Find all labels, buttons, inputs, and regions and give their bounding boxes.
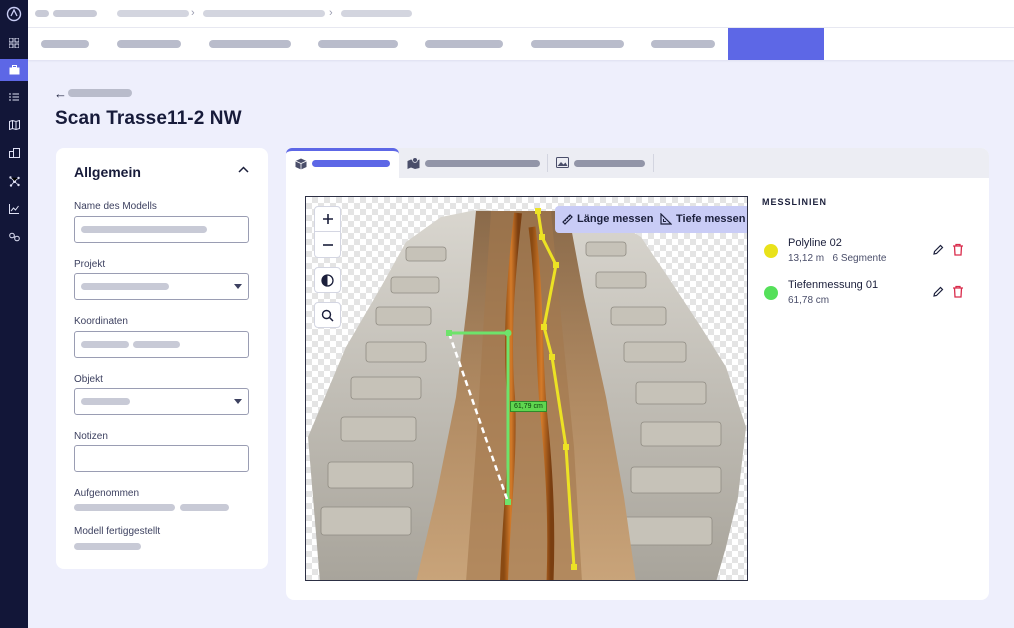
color-dot [764,244,778,258]
general-card: Allgemein Name des Modells Projekt Koord… [56,148,268,569]
field-label-recorded: Aufgenommen [74,488,140,499]
top-bar: › › [28,0,1014,28]
link-icon[interactable] [6,229,22,245]
viewer-card: 61,79 cm Länge messen Tiefe messen MESSL… [286,148,989,600]
caret-down-icon [234,399,242,404]
map-pin-icon [407,157,420,169]
field-label-notes: Notizen [74,431,108,442]
nav-tab-5[interactable] [425,40,503,48]
measurement-meta: 13,12 m 6 Segmente [788,253,887,264]
briefcase-icon[interactable] [0,59,28,81]
workspace-placeholder[interactable] [35,10,49,17]
measurement-name: Tiefenmessung 01 [788,279,879,291]
notes-textarea[interactable] [74,445,249,472]
measure-length-button[interactable]: Länge messen [555,206,660,233]
field-label-finished: Modell fertiggestellt [74,526,161,537]
image-icon [556,157,569,168]
model-viewport[interactable]: 61,79 cm Länge messen Tiefe messen [305,196,748,581]
breadcrumb-item-2[interactable] [203,10,325,17]
set-square-icon [660,213,672,225]
buildings-icon[interactable] [6,145,22,161]
search-button[interactable] [314,302,341,328]
nav-tab-1[interactable] [41,40,89,48]
icon-rail [0,0,28,628]
tab-3d-model[interactable] [286,148,399,178]
color-dot [764,286,778,300]
tab-label-placeholder [312,160,390,167]
contrast-icon [321,273,334,287]
caret-down-icon [234,284,242,289]
back-arrow-icon: ← [54,86,67,101]
zoom-out-button[interactable] [314,232,341,258]
ruler-icon [562,214,573,225]
pencil-icon[interactable] [932,286,944,298]
measurement-item[interactable]: Polyline 02 13,12 m 6 Segmente [762,236,972,270]
viewer-tabs [286,148,989,178]
section-nav [28,28,1014,60]
page-title: Scan Trasse11-2 NW [55,108,242,129]
general-heading: Allgemein [74,164,141,180]
tab-divider [653,154,654,172]
breadcrumb-separator-icon: › [191,7,195,19]
field-label-project: Projekt [74,259,106,270]
measurement-item[interactable]: Tiefenmessung 01 61,78 cm [762,278,972,312]
project-select[interactable] [74,273,249,300]
measure-length-label: Länge messen [577,213,654,225]
nav-tab-active[interactable] [728,28,824,60]
finished-value-placeholder [74,543,141,550]
recorded-value-placeholder [74,504,175,511]
nav-tab-3[interactable] [209,40,291,48]
nav-tab-4[interactable] [318,40,398,48]
breadcrumb-separator-icon: › [329,7,333,19]
measurements-heading: MESSLINIEN [762,197,828,207]
zoom-out-icon [322,243,333,246]
back-link-placeholder[interactable] [68,89,132,97]
object-select[interactable] [74,388,249,415]
trash-icon[interactable] [952,285,964,298]
pencil-icon[interactable] [932,244,944,256]
trench-scan-image [308,208,746,580]
coordinates-input[interactable] [74,331,249,358]
contrast-button[interactable] [314,267,341,293]
field-label-coordinates: Koordinaten [74,316,128,327]
search-icon [321,309,334,322]
value-placeholder [81,226,207,233]
task-list-icon[interactable] [6,89,22,105]
value-placeholder [81,398,130,405]
measurement-label: 61,79 cm [510,401,547,412]
network-icon[interactable] [6,173,22,189]
nav-tab-6[interactable] [531,40,624,48]
breadcrumb-item-3[interactable] [341,10,412,17]
value-placeholder [81,283,169,290]
tab-label-placeholder [574,160,645,167]
nav-tab-2[interactable] [117,40,181,48]
tab-label-placeholder [425,160,540,167]
chart-icon[interactable] [6,201,22,217]
tab-images[interactable] [548,148,653,178]
tab-map[interactable] [399,148,547,178]
workspace-name-placeholder[interactable] [53,10,97,17]
chevron-up-icon[interactable] [238,166,249,174]
recorded-value-placeholder [180,504,229,511]
model-name-input[interactable] [74,216,249,243]
back-button[interactable]: ← [54,86,67,101]
field-label-object: Objekt [74,374,103,385]
measurement-meta: 61,78 cm [788,295,830,306]
value-placeholder [81,341,129,348]
nav-tab-7[interactable] [651,40,715,48]
map-icon[interactable] [6,117,22,133]
breadcrumb-item-1[interactable] [117,10,189,17]
trash-icon[interactable] [952,243,964,256]
measurement-name: Polyline 02 [788,237,842,249]
measure-depth-label: Tiefe messen [676,213,746,225]
dashboard-icon[interactable] [6,35,22,51]
logo-icon[interactable] [6,6,22,22]
zoom-in-button[interactable] [314,206,341,232]
measure-depth-button[interactable]: Tiefe messen [654,206,747,233]
zoom-in-icon [322,214,333,224]
cube-icon [295,158,307,170]
value-placeholder [133,341,180,348]
field-label-model-name: Name des Modells [74,201,157,212]
